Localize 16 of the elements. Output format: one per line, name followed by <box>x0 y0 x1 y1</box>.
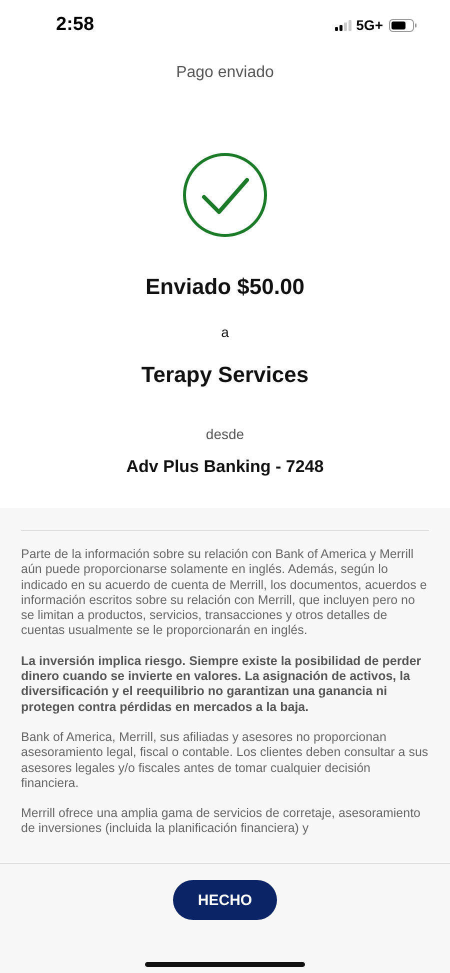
signal-icon <box>335 20 352 30</box>
disclosure-paragraph: Merrill ofrece una amplia gama de servicios de corretaje, asesoramiento de inversiones (incluida la planificación financiera) y <box>21 806 422 837</box>
disclosure-paragraph: Parte de la información sobre su relación con Bank of America y Merrill aún puede proporcionarse solamente en inglés. Además, según lo indicado en su acuerdo de cuenta de Merrill, los documentos, acuerdos e información escritos sobre su relación con Merrill, que incluyen pero no se limitan a productos, servicios, transacciones y otros detalles de cuentas usualmente se le proporcionarán en inglés. <box>21 547 428 639</box>
battery-icon <box>389 18 417 32</box>
disclosure-paragraph: La inversión implica riesgo. Siempre existe la posibilidad de perder dinero cuando se invierte en valores. La asignación de activos, la diversificación y el reequilibrio no garantizan una ganancia ni protegen contra pérdidas en mercados a la baja. <box>21 654 422 715</box>
check-circle-icon <box>182 152 268 238</box>
amount-text: Enviado $50.00 <box>146 274 304 300</box>
screen-title: Pago enviado <box>175 64 275 82</box>
recipient-name: Terapy Services <box>141 362 309 388</box>
done-button[interactable]: HECHO <box>173 880 277 920</box>
account-name: Adv Plus Banking - 7248 <box>126 457 324 477</box>
status-time: 2:58 <box>56 14 94 36</box>
to-label: a <box>221 324 229 340</box>
from-label: desde <box>206 426 244 442</box>
network-label: 5G+ <box>356 17 383 33</box>
disclosure-paragraph: Bank of America, Merrill, sus afiliadas y asesores no proporcionan asesoramiento legal, fiscal o contable. Los clientes deben consultar a sus asesores legales y/o fiscales antes de tomar cualquier decisión financiera. <box>21 730 429 792</box>
